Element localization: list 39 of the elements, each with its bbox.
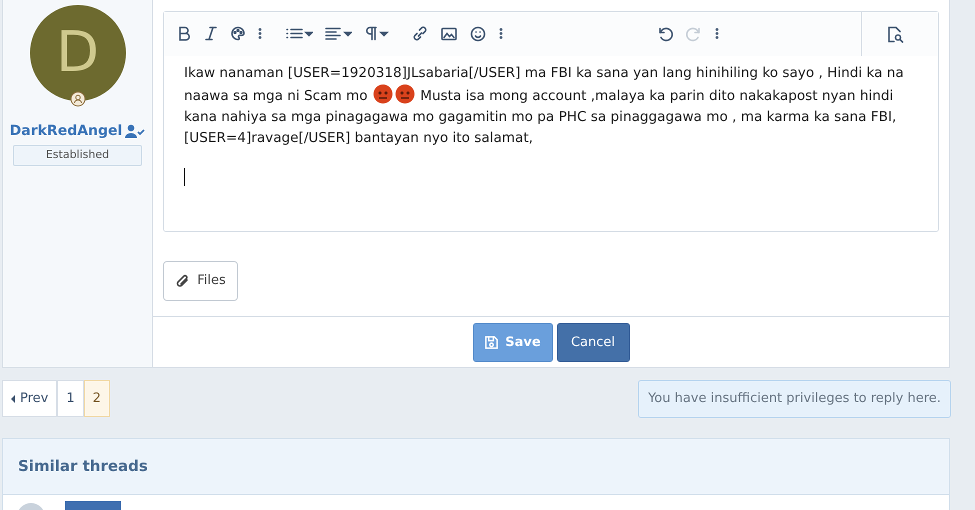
caret-left-icon xyxy=(11,394,16,402)
angry-face-icon xyxy=(394,84,415,104)
undo-icon xyxy=(656,25,674,43)
page-link[interactable]: 1 xyxy=(57,380,84,417)
paragraph-button[interactable] xyxy=(363,25,389,43)
link-button[interactable] xyxy=(411,25,429,43)
page-link[interactable]: 2 xyxy=(84,380,110,417)
link-icon xyxy=(411,25,429,43)
italic-icon xyxy=(203,25,219,43)
paragraph-icon xyxy=(363,25,389,43)
align-icon xyxy=(324,25,352,43)
files-button[interactable]: Files xyxy=(163,261,238,301)
message-paragraph: Ikaw nanaman [USER=1920318]JLsabaria[/USER] ma FBI ka sana yan lang hinihiling ko sayo , Hindi ka na naawa sa mga ni Scam mo Musta isa mong account ,malaya ka parin dito nakakapost nyan hindi kana nahiya sa mga pinagagawa mo gagamitin mo pa PHC sa pinaggagawa mo , ma karma ka sana FBI, xyxy=(184,64,905,127)
avatar[interactable]: D xyxy=(30,5,126,101)
username-link[interactable]: DarkRedAngel xyxy=(10,121,122,142)
palette-button[interactable] xyxy=(230,25,246,43)
align-button[interactable] xyxy=(324,25,352,43)
redo-icon xyxy=(685,25,703,43)
angry-face-icon xyxy=(372,84,393,104)
smiley-button[interactable] xyxy=(469,25,487,43)
italic-button[interactable] xyxy=(203,25,219,43)
bold-icon xyxy=(176,25,192,43)
image-icon xyxy=(440,25,458,43)
cancel-button[interactable]: Cancel xyxy=(556,323,630,362)
image-button[interactable] xyxy=(440,25,458,43)
message-paragraph: [USER=4]ravage[/USER] bantayan nyo ito salamat, xyxy=(184,129,534,148)
palette-icon xyxy=(230,25,246,43)
prev-link[interactable]: Prev xyxy=(2,380,58,417)
bold-button[interactable] xyxy=(176,25,192,43)
editor-box[interactable] xyxy=(163,11,939,232)
status-badge-icon xyxy=(70,90,86,107)
undo-button[interactable] xyxy=(656,25,674,43)
verified-user-icon xyxy=(125,124,146,138)
save-icon xyxy=(484,335,500,350)
user-title-banner: Established xyxy=(13,145,142,166)
notice-message: You have insufficient privileges to reply here. xyxy=(638,380,951,418)
smiley-icon xyxy=(469,25,487,43)
text-cursor xyxy=(184,168,185,186)
section-title: Similar threads xyxy=(17,456,149,477)
